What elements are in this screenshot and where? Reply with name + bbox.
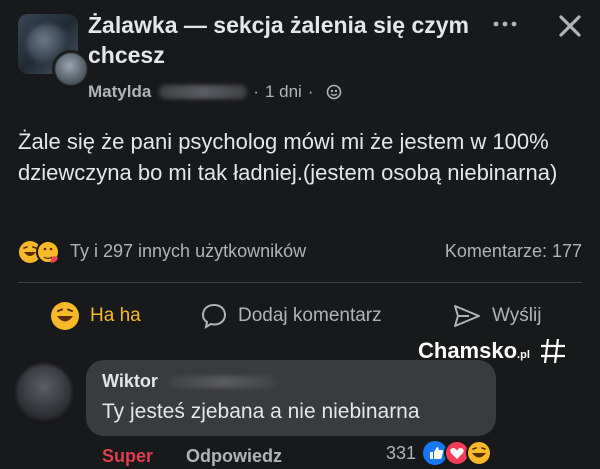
post-meta: Matylda · 1 dni · <box>88 82 342 102</box>
watermark-suffix: .pl <box>517 349 530 361</box>
haha-icon <box>51 302 79 330</box>
post-time[interactable]: 1 dni <box>265 82 302 102</box>
super-reaction-button[interactable]: Super <box>102 446 153 466</box>
hash-icon <box>540 338 565 364</box>
comment-label: Dodaj komentarz <box>238 305 382 326</box>
more-icon[interactable] <box>488 14 522 34</box>
haha-icon <box>466 440 493 466</box>
share-label: Wyślij <box>492 305 542 326</box>
like-icon <box>423 441 448 465</box>
care-icon <box>36 240 60 264</box>
haha-button[interactable]: Ha ha <box>50 296 141 336</box>
comment-reactions[interactable]: 331 <box>386 440 494 466</box>
reply-button[interactable]: Odpowiedz <box>186 446 282 466</box>
comment-author-row: Wiktor <box>102 371 278 392</box>
group-title[interactable]: Żalawka — sekcja żalenia się czym chcesz <box>88 10 478 70</box>
comment-icon <box>201 303 227 330</box>
globe-icon <box>326 84 341 100</box>
post-actions: Ha ha Dodaj komentarz Wyślij <box>0 296 600 336</box>
divider <box>18 282 582 283</box>
post-body: Żale się że pani psycholog mówi mi że je… <box>18 129 558 185</box>
meta-separator: · <box>253 82 259 101</box>
comment-button[interactable]: Dodaj komentarz <box>200 296 382 336</box>
blurred-surname <box>167 375 278 388</box>
reactions-text[interactable]: Ty i 297 innych użytkowników <box>70 241 306 262</box>
author-name[interactable]: Matylda <box>88 82 151 102</box>
comment-reaction-icons <box>423 440 493 466</box>
love-icon <box>444 440 471 466</box>
reaction-icons[interactable] <box>18 240 62 264</box>
comments-count[interactable]: Komentarze: 177 <box>445 241 582 262</box>
comment-actions: Super Odpowiedz <box>102 446 282 467</box>
reaction-summary: Ty i 297 innych użytkowników Komentarze:… <box>18 238 582 266</box>
haha-label: Ha ha <box>90 305 141 326</box>
comment-reaction-count: 331 <box>386 442 417 463</box>
facebook-post: Żalawka — sekcja żalenia się czym chcesz… <box>0 0 600 469</box>
meta-separator: · <box>307 82 314 101</box>
close-icon[interactable] <box>556 12 584 40</box>
group-avatar[interactable] <box>18 14 90 88</box>
author-avatar[interactable] <box>52 50 90 88</box>
comment-text: Ty jesteś zjebana a nie niebinarna <box>102 400 420 423</box>
blurred-surname <box>159 85 248 99</box>
comment-author[interactable]: Wiktor <box>102 371 158 392</box>
share-button[interactable]: Wyślij <box>452 296 541 336</box>
comment-bubble: Wiktor Ty jesteś zjebana a nie niebinarn… <box>86 360 496 436</box>
commenter-avatar[interactable] <box>16 364 72 420</box>
send-icon <box>454 305 480 327</box>
